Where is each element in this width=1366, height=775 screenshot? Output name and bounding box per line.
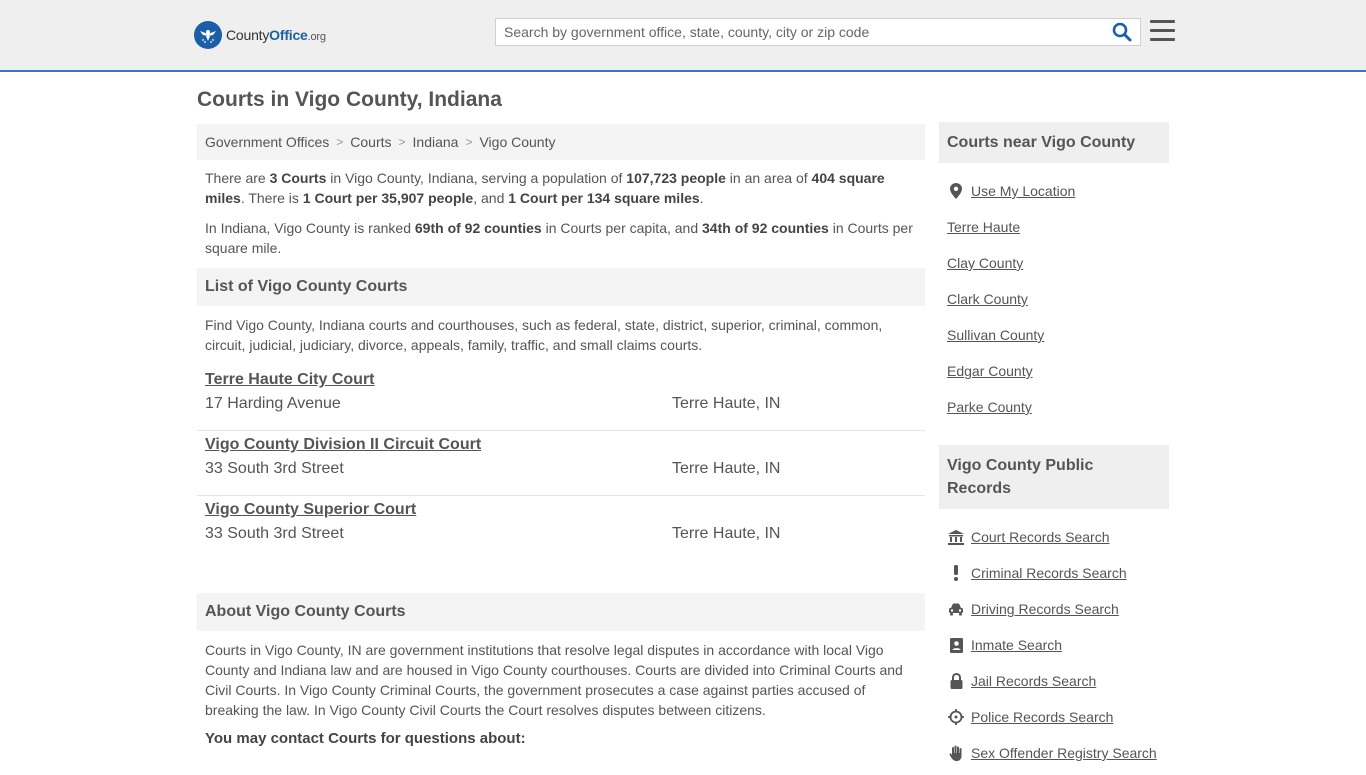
police-records-search-link[interactable]: Police Records Search bbox=[971, 709, 1113, 725]
court-listing: Vigo County Division II Circuit Court 33… bbox=[197, 431, 925, 496]
use-my-location-link[interactable]: Use My Location bbox=[971, 183, 1075, 199]
records-link-item: Police Records Search bbox=[947, 699, 1161, 735]
court-listing: Terre Haute City Court 17 Harding Avenue… bbox=[197, 366, 925, 431]
search-icon bbox=[1112, 22, 1132, 42]
logo-text: CountyOffice.org bbox=[226, 27, 326, 43]
breadcrumb: Government Offices > Courts > Indiana > … bbox=[197, 124, 925, 160]
chevron-right-icon: > bbox=[336, 135, 344, 149]
hamburger-menu-icon[interactable] bbox=[1150, 20, 1175, 42]
court-address: 17 Harding Avenue bbox=[205, 395, 341, 412]
id-card-icon bbox=[947, 636, 965, 654]
site-logo[interactable]: CountyOffice.org bbox=[194, 20, 326, 50]
court-listing: Vigo County Superior Court 33 South 3rd … bbox=[197, 496, 925, 561]
breadcrumb-government-offices[interactable]: Government Offices bbox=[205, 134, 329, 150]
records-link-item: Jail Records Search bbox=[947, 663, 1161, 699]
main-content: Government Offices > Courts > Indiana > … bbox=[197, 124, 925, 747]
nearby-clark-county-link[interactable]: Clark County bbox=[947, 291, 1028, 307]
crosshair-icon bbox=[947, 708, 965, 726]
page-title: Courts in Vigo County, Indiana bbox=[197, 88, 502, 111]
nearby-terre-haute-link[interactable]: Terre Haute bbox=[947, 219, 1020, 235]
nearby-parke-county-link[interactable]: Parke County bbox=[947, 399, 1032, 415]
court-address: 33 South 3rd Street bbox=[205, 525, 344, 542]
about-heading: About Vigo County Courts bbox=[197, 593, 925, 631]
inmate-search-link[interactable]: Inmate Search bbox=[971, 637, 1062, 653]
breadcrumb-indiana[interactable]: Indiana bbox=[413, 134, 459, 150]
court-records-search-link[interactable]: Court Records Search bbox=[971, 529, 1110, 545]
court-city: Terre Haute, IN bbox=[672, 525, 781, 542]
records-link-item: Inmate Search bbox=[947, 627, 1161, 663]
breadcrumb-courts[interactable]: Courts bbox=[350, 134, 391, 150]
nearby-sullivan-county-link[interactable]: Sullivan County bbox=[947, 327, 1044, 343]
court-name-link[interactable]: Vigo County Division II Circuit Court bbox=[205, 436, 481, 454]
court-name-link[interactable]: Terre Haute City Court bbox=[205, 371, 375, 389]
search-bar bbox=[495, 18, 1141, 46]
chevron-right-icon: > bbox=[398, 135, 406, 149]
jail-records-search-link[interactable]: Jail Records Search bbox=[971, 673, 1096, 689]
courts-near-heading: Courts near Vigo County bbox=[939, 122, 1169, 163]
nearby-link-item: Clay County bbox=[947, 245, 1161, 281]
car-icon bbox=[947, 600, 965, 618]
breadcrumb-vigo-county: Vigo County bbox=[479, 134, 556, 150]
records-link-item: Criminal Records Search bbox=[947, 555, 1161, 591]
search-button[interactable] bbox=[1112, 22, 1134, 44]
records-link-item: Sex Offender Registry Search bbox=[947, 735, 1161, 771]
criminal-records-search-link[interactable]: Criminal Records Search bbox=[971, 565, 1127, 581]
county-summary: There are 3 Courts in Vigo County, India… bbox=[197, 160, 925, 258]
public-records-list: Court Records Search Criminal Records Se… bbox=[939, 509, 1169, 775]
public-records-heading: Vigo County Public Records bbox=[939, 445, 1169, 509]
search-input[interactable] bbox=[496, 19, 1096, 45]
nearby-clay-county-link[interactable]: Clay County bbox=[947, 255, 1023, 271]
court-address: 33 South 3rd Street bbox=[205, 460, 344, 477]
about-text: Courts in Vigo County, IN are government… bbox=[205, 642, 903, 718]
site-header: CountyOffice.org bbox=[0, 0, 1366, 72]
logo-eagle-icon bbox=[194, 21, 222, 49]
courts-near-list: Use My Location Terre Haute Clay County … bbox=[939, 163, 1169, 429]
exclamation-icon bbox=[947, 564, 965, 582]
chevron-right-icon: > bbox=[465, 135, 473, 149]
use-my-location-item: Use My Location bbox=[947, 173, 1161, 209]
nearby-link-item: Terre Haute bbox=[947, 209, 1161, 245]
courthouse-icon bbox=[947, 528, 965, 546]
nearby-link-item: Sullivan County bbox=[947, 317, 1161, 353]
court-name-link[interactable]: Vigo County Superior Court bbox=[205, 501, 416, 519]
sex-offender-registry-search-link[interactable]: Sex Offender Registry Search bbox=[971, 745, 1157, 761]
courts-list: Terre Haute City Court 17 Harding Avenue… bbox=[197, 366, 925, 561]
nearby-link-item: Parke County bbox=[947, 389, 1161, 425]
lock-icon bbox=[947, 672, 965, 690]
hand-icon bbox=[947, 744, 965, 762]
records-link-item: Driving Records Search bbox=[947, 591, 1161, 627]
ranking-paragraph: In Indiana, Vigo County is ranked 69th o… bbox=[205, 220, 913, 256]
summary-paragraph: There are 3 Courts in Vigo County, India… bbox=[205, 170, 885, 206]
nearby-link-item: Edgar County bbox=[947, 353, 1161, 389]
sidebar: Courts near Vigo County Use My Location … bbox=[939, 122, 1169, 775]
nearby-link-item: Clark County bbox=[947, 281, 1161, 317]
court-city: Terre Haute, IN bbox=[672, 395, 781, 412]
court-city: Terre Haute, IN bbox=[672, 460, 781, 477]
courts-list-description: Find Vigo County, Indiana courts and cou… bbox=[205, 317, 883, 353]
driving-records-search-link[interactable]: Driving Records Search bbox=[971, 601, 1119, 617]
map-pin-icon bbox=[947, 182, 965, 200]
courts-list-heading: List of Vigo County Courts bbox=[197, 268, 925, 306]
contact-heading: You may contact Courts for questions abo… bbox=[205, 730, 526, 747]
nearby-edgar-county-link[interactable]: Edgar County bbox=[947, 363, 1033, 379]
records-link-item: Court Records Search bbox=[947, 519, 1161, 555]
